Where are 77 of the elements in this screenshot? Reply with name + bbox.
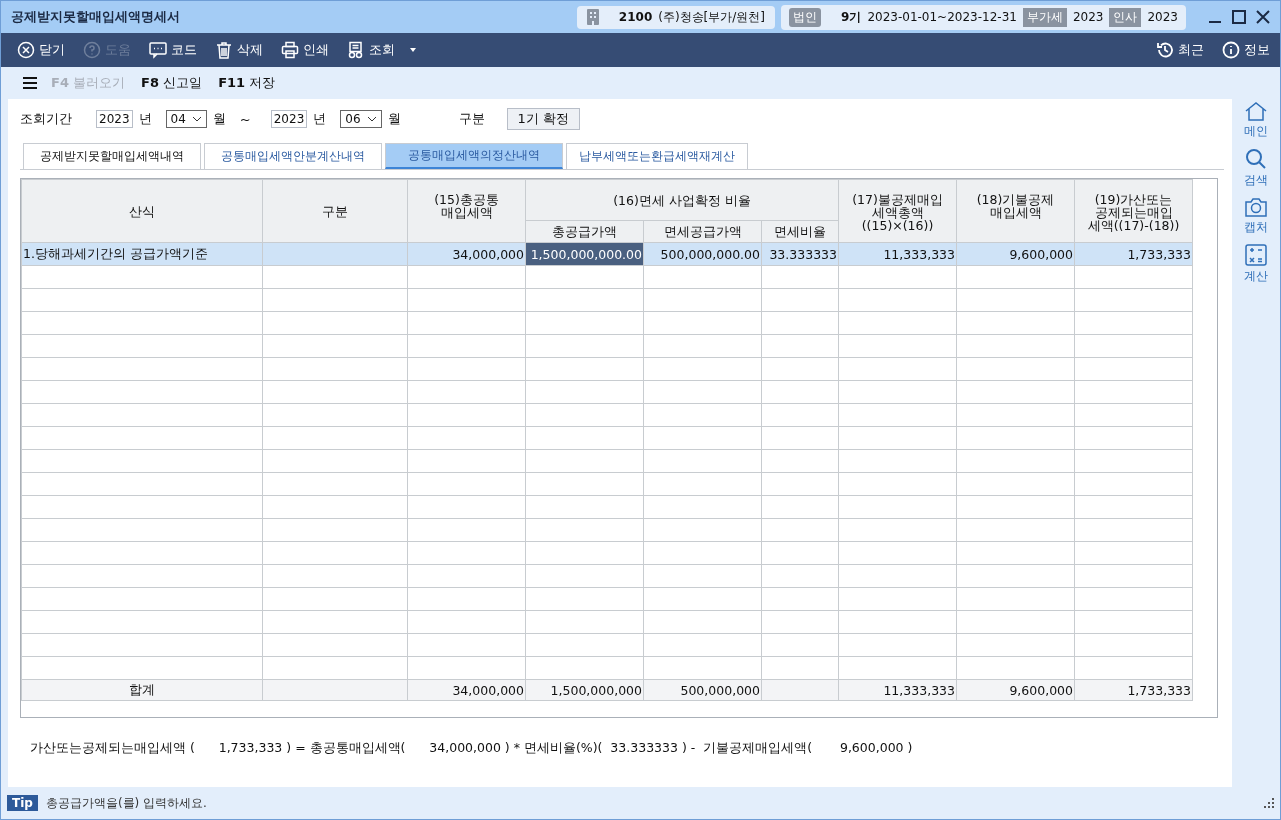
unit-label: 월 bbox=[387, 110, 401, 128]
sidebar-button[interactable]: 캡처 bbox=[1244, 197, 1268, 236]
building-icon bbox=[586, 9, 599, 25]
table-cell: 합계 bbox=[21, 679, 263, 701]
printer-icon bbox=[281, 41, 299, 59]
chat-icon bbox=[149, 41, 167, 59]
month-dropdown[interactable]: 04 bbox=[165, 110, 207, 128]
type-field: 1기 확정 bbox=[506, 108, 580, 130]
range-separator: ~ bbox=[239, 111, 251, 127]
status-message: 총공급가액을(를) 입력하세요. bbox=[45, 794, 208, 812]
type-label: 구분 bbox=[458, 110, 485, 128]
unit-label: 월 bbox=[212, 110, 226, 128]
tab[interactable]: 납부세액또는환급세액재계산 bbox=[566, 143, 748, 169]
column-header: 구분 bbox=[262, 179, 408, 243]
sidebar-button[interactable]: 검색 bbox=[1244, 148, 1268, 189]
history-icon bbox=[1156, 41, 1174, 59]
vat-year: 2023 bbox=[1072, 10, 1104, 24]
unit-label: 년 bbox=[313, 110, 327, 128]
calculator-icon bbox=[1245, 244, 1267, 266]
column-header: (15)총공통 매입세액 bbox=[407, 179, 526, 243]
caret-icon[interactable] bbox=[409, 46, 417, 54]
column-header: (17)불공제매입 세액총액 ((15)×(16)) bbox=[838, 179, 957, 243]
year-field[interactable]: 2023 bbox=[96, 110, 133, 128]
function-key-button[interactable]: F8 신고일 bbox=[139, 72, 205, 94]
function-key-button[interactable]: F11 저장 bbox=[216, 72, 278, 94]
toolbar-button[interactable]: 최근 bbox=[1154, 39, 1206, 61]
tab[interactable]: 공통매입세액의정산내역 bbox=[385, 143, 563, 169]
company-selector[interactable]: 2100 (주)청송[부가/원천] bbox=[576, 5, 775, 29]
toolbar-button[interactable]: 인쇄 bbox=[279, 39, 331, 61]
chevron-icon bbox=[366, 116, 377, 122]
trash-icon bbox=[215, 41, 233, 59]
hr-year: 2023 bbox=[1147, 10, 1178, 24]
table-cell[interactable]: 9,600,000 bbox=[956, 242, 1075, 266]
help-icon bbox=[83, 41, 101, 59]
table-cell[interactable]: 1.당해과세기간의 공급가액기준 bbox=[21, 242, 263, 266]
tab[interactable]: 공제받지못할매입세액내역 bbox=[23, 143, 201, 169]
vat-badge: 부가세 bbox=[1022, 7, 1067, 27]
table-cell[interactable] bbox=[262, 242, 408, 266]
sidebar-button[interactable]: 계산 bbox=[1244, 244, 1268, 285]
column-header: 산식 bbox=[21, 179, 263, 243]
toolbar-button[interactable]: 삭제 bbox=[213, 39, 265, 61]
close-icon[interactable] bbox=[1256, 10, 1270, 24]
year-field[interactable]: 2023 bbox=[270, 110, 308, 128]
period-range: 2023-01-01~2023-12-31 bbox=[867, 10, 1017, 24]
camera-icon bbox=[1244, 197, 1268, 217]
column-header: (16)면세 사업확정 비율 bbox=[525, 179, 839, 221]
close-icon bbox=[17, 41, 35, 59]
unit-label: 년 bbox=[138, 110, 152, 128]
table-cell[interactable]: 1,733,333 bbox=[1074, 242, 1193, 266]
toolbar-button[interactable]: 정보 bbox=[1220, 39, 1272, 61]
toolbar-button[interactable]: 조회 bbox=[345, 39, 397, 61]
sidebar-button[interactable]: 메인 bbox=[1244, 101, 1268, 140]
tip-badge: Tip bbox=[7, 795, 38, 811]
chevron-icon bbox=[191, 116, 202, 122]
table-cell[interactable]: 11,333,333 bbox=[838, 242, 957, 266]
filter-label: 조회기간 bbox=[20, 110, 72, 128]
column-header: (18)기불공제 매입세액 bbox=[956, 179, 1075, 243]
menu-icon[interactable] bbox=[23, 77, 37, 89]
term-label: 9기 bbox=[841, 8, 862, 26]
month-dropdown[interactable]: 06 bbox=[340, 110, 382, 128]
column-header: (19)가산또는 공제되는매입 세액((17)-(18)) bbox=[1074, 179, 1193, 243]
corp-badge: 법인 bbox=[789, 7, 821, 27]
hr-badge: 인사 bbox=[1109, 7, 1142, 27]
toolbar-button[interactable]: 코드 bbox=[147, 39, 199, 61]
company-name: (주)청송[부가/원천] bbox=[658, 8, 765, 26]
toolbar-button[interactable]: 닫기 bbox=[15, 39, 67, 61]
table-cell[interactable]: 1,500,000,000.00 bbox=[525, 242, 644, 266]
info-icon bbox=[1222, 41, 1240, 59]
table-cell[interactable]: 34,000,000 bbox=[407, 242, 526, 266]
tab[interactable]: 공통매입세액안분계산내역 bbox=[204, 143, 382, 169]
maximize-icon[interactable] bbox=[1232, 10, 1246, 24]
company-code: 2100 bbox=[618, 10, 653, 24]
formula-text: 가산또는공제되는매입세액 ( 1,733,333 ) = 총공통매입세액( 34,000,000 ) * 면세비율(%)( 33.333333 ) - 기불공제매입세액( 9,600,000 ) bbox=[30, 740, 914, 757]
window-title: 공제받지못할매입세액명세서 bbox=[11, 8, 181, 26]
home-icon bbox=[1244, 101, 1268, 121]
table-cell[interactable]: 500,000,000.00 bbox=[643, 242, 762, 266]
resize-grip-icon[interactable] bbox=[1264, 798, 1274, 808]
